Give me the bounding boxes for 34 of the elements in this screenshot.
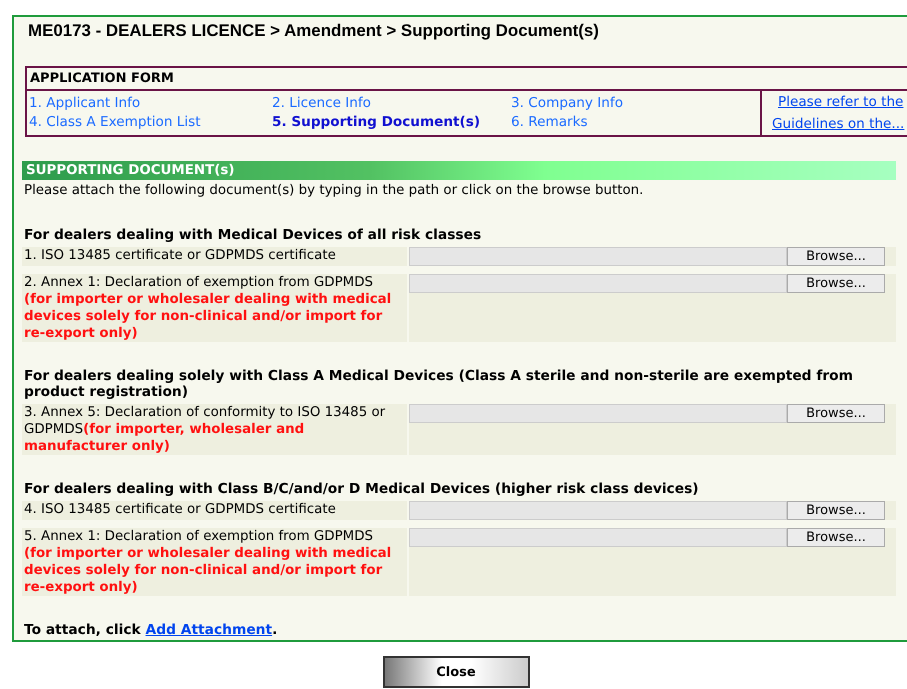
group-heading: For dealers dealing solely with Class A Medical Devices (Class A sterile and non-sterile are exempted from product registration)	[23, 368, 854, 402]
file-input[interactable]	[409, 404, 787, 423]
close-button[interactable]: Close	[382, 656, 530, 688]
browse-button[interactable]: Browse...	[787, 501, 885, 520]
browse-button[interactable]: Browse...	[787, 247, 885, 266]
add-attachment-link[interactable]: Add Attachment	[146, 622, 272, 638]
group-heading: For dealers dealing with Class B/C/and/or D Medical Devices (higher risk class devices)	[23, 481, 700, 499]
guideline-link[interactable]: Please refer to the	[766, 94, 907, 110]
step-link[interactable]: 6. Remarks	[511, 114, 758, 130]
document-label: 5. Annex 1: Declaration of exemption from GDPMDS (for importer or wholesaler dealing with medical devices solely for non-clinical and/or import for re-export only)	[22, 528, 407, 596]
file-input[interactable]	[409, 528, 787, 547]
document-label: 2. Annex 1: Declaration of exemption from GDPMDS (for importer or wholesaler dealing with medical devices solely for non-clinical and/or import for re-export only)	[22, 274, 407, 342]
intro-text: Please attach the following document(s) by typing in the path or click on the browse button.	[23, 182, 644, 200]
step-link[interactable]: 2. Licence Info	[272, 95, 511, 111]
section-header: SUPPORTING DOCUMENT(s)	[22, 161, 896, 180]
window-title: ME0173 - DEALERS LICENCE > Amendment > Supporting Document(s)	[27, 20, 600, 42]
step-link[interactable]: 3. Company Info	[511, 95, 758, 111]
attach-end: .	[272, 622, 278, 638]
form-heading: APPLICATION FORM	[27, 68, 907, 91]
browse-button[interactable]: Browse...	[787, 528, 885, 547]
file-input[interactable]	[409, 247, 787, 266]
document-label: 3. Annex 5: Declaration of conformity to ISO 13485 or GDPMDS(for importer, wholesaler and manufacturer only)	[22, 404, 407, 455]
browse-button[interactable]: Browse...	[787, 274, 885, 293]
document-label: 1. ISO 13485 certificate or GDPMDS certificate	[22, 247, 407, 266]
file-input[interactable]	[409, 274, 787, 293]
group-heading: For dealers dealing with Medical Devices of all risk classes	[23, 227, 482, 245]
attach-text: To attach, click	[24, 622, 141, 638]
guideline-link[interactable]: Guidelines on the...	[766, 116, 907, 132]
step-link[interactable]: 4. Class A Exemption List	[29, 114, 272, 130]
file-input[interactable]	[409, 501, 787, 520]
step-link[interactable]: 5. Supporting Document(s)	[272, 114, 511, 130]
browse-button[interactable]: Browse...	[787, 404, 885, 423]
step-link[interactable]: 1. Applicant Info	[29, 95, 272, 111]
document-label: 4. ISO 13485 certificate or GDPMDS certificate	[22, 501, 407, 520]
